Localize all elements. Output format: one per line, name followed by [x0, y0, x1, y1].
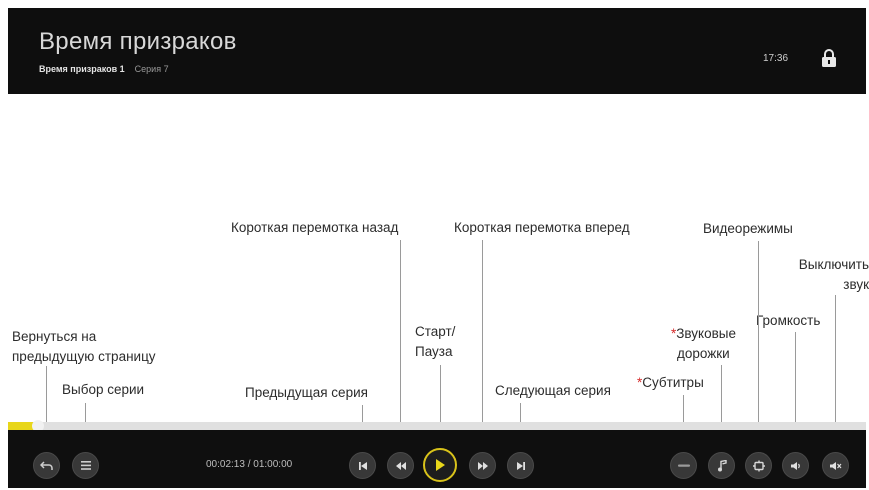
annotation-back: Вернуться на предыдущую страницу	[12, 327, 156, 367]
mute-button[interactable]	[822, 452, 849, 479]
lock-icon[interactable]	[820, 48, 838, 68]
play-icon	[436, 459, 445, 471]
music-note-icon	[717, 459, 727, 471]
annotation-prev-episode: Предыдущая серия	[245, 385, 368, 400]
episode-list-button[interactable]	[72, 452, 99, 479]
annotation-audio: *Звуковые дорожки	[671, 324, 736, 364]
mute-icon	[830, 461, 842, 470]
annotation-video-modes: Видеорежимы	[703, 221, 793, 236]
annotation-back-line2: предыдущую страницу	[12, 349, 156, 364]
progress-track[interactable]	[8, 422, 866, 430]
timecode: 00:02:13 / 01:00:00	[206, 459, 293, 470]
rewind-button[interactable]	[387, 452, 414, 479]
annotation-mute-line2: звук	[843, 277, 869, 292]
annotation-mute-line1: Выключить	[798, 257, 869, 272]
volume-icon	[790, 461, 800, 470]
annotation-back-line1: Вернуться на	[12, 329, 97, 344]
back-icon	[39, 460, 53, 470]
audio-tracks-button[interactable]	[708, 452, 735, 479]
annotation-rewind: Короткая перемотка назад	[231, 220, 399, 235]
annotation-audio-line1: Звуковые	[676, 326, 736, 341]
video-mode-icon	[752, 460, 765, 471]
annotation-forward: Короткая перемотка вперед	[454, 220, 630, 235]
annotation-subtitles: *Субтитры	[637, 373, 704, 393]
series-name: Время призраков 1	[39, 64, 125, 74]
annotation-volume: Громкость	[756, 313, 821, 328]
annotation-subtitles-text: Субтитры	[642, 375, 704, 390]
skip-next-icon	[516, 461, 525, 470]
leader-line-forward	[482, 240, 483, 448]
play-pause-button[interactable]	[423, 448, 457, 482]
subtitle-line: Время призраков 1 Серия 7	[39, 64, 169, 74]
leader-line-rewind	[400, 240, 401, 448]
clock: 17:36	[763, 53, 789, 64]
video-mode-button[interactable]	[745, 452, 772, 479]
annotation-episode-select: Выбор серии	[62, 382, 145, 397]
episode-label: Серия 7	[134, 64, 169, 74]
skip-previous-icon	[358, 461, 367, 470]
list-icon	[80, 461, 91, 470]
header-bar: Время призраков Время призраков 1 Серия 7…	[8, 8, 866, 94]
back-button[interactable]	[33, 452, 60, 479]
volume-button[interactable]	[782, 452, 809, 479]
subtitles-icon	[677, 464, 690, 467]
annotation-audio-line2: дорожки	[677, 346, 730, 361]
forward-button[interactable]	[469, 452, 496, 479]
annotation-play-line1: Старт/	[415, 324, 456, 339]
annotation-play-line2: Пауза	[415, 344, 453, 359]
rewind-icon	[395, 461, 406, 470]
fast-forward-icon	[477, 461, 488, 470]
annotation-mute: Выключить звук	[790, 255, 869, 295]
leader-line-video-modes	[758, 241, 759, 448]
annotation-next-episode: Следующая серия	[495, 383, 611, 398]
annotation-play-pause: Старт/ Пауза	[415, 322, 455, 362]
next-episode-button[interactable]	[507, 452, 534, 479]
page-title: Время призраков	[39, 28, 237, 55]
prev-episode-button[interactable]	[349, 452, 376, 479]
subtitles-button[interactable]	[670, 452, 697, 479]
